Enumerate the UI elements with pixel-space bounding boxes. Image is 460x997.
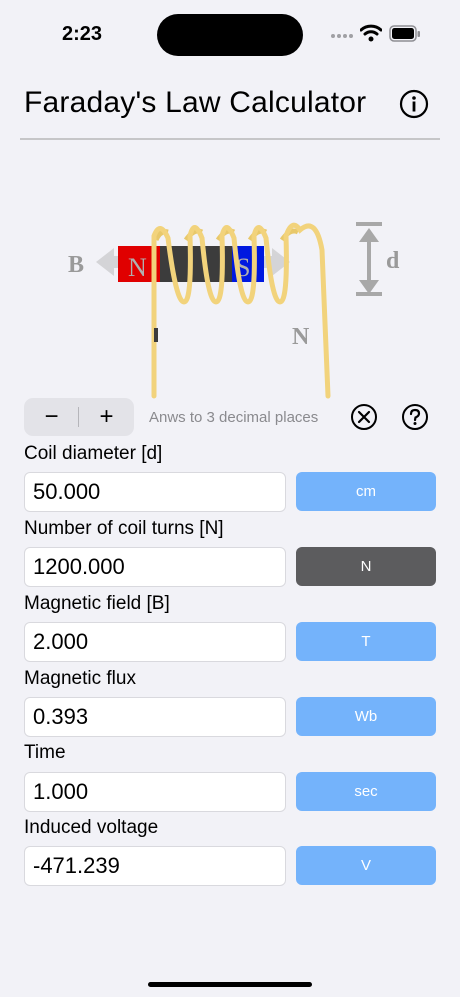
diameter-dimension xyxy=(356,222,382,296)
magnetic-flux-label: Magnetic flux xyxy=(24,668,136,689)
coil-turns-unit-button[interactable]: N xyxy=(296,547,436,586)
home-indicator[interactable] xyxy=(148,982,312,987)
diameter-label: d xyxy=(386,248,400,274)
time-unit-button[interactable]: sec xyxy=(296,772,436,811)
induced-voltage-input[interactable]: -471.239 xyxy=(24,846,286,886)
magnetic-field-input[interactable]: 2.000 xyxy=(24,622,286,662)
coil-turns-label: Number of coil turns [N] xyxy=(24,518,224,539)
magnetic-field-label: Magnetic field [B] xyxy=(24,593,170,614)
turns-label: N xyxy=(292,324,310,350)
nav-divider xyxy=(20,138,440,140)
battery-icon xyxy=(389,25,420,42)
magnet-north-label: N xyxy=(128,253,147,282)
coil-diameter-unit-button[interactable]: cm xyxy=(296,472,436,511)
coil-back xyxy=(153,228,300,242)
help-icon[interactable] xyxy=(401,403,429,431)
decrease-precision-button[interactable]: − xyxy=(24,398,79,436)
coil-magnet-diagram: B N S N d xyxy=(68,222,400,399)
coil-diameter-input[interactable]: 50.000 xyxy=(24,472,286,512)
precision-note: Anws to 3 decimal places xyxy=(149,409,319,426)
clear-icon[interactable] xyxy=(350,403,378,431)
status-bar: 2:23 xyxy=(0,0,460,70)
coil-diameter-label: Coil diameter [d] xyxy=(24,443,163,464)
magnetic-flux-input[interactable]: 0.393 xyxy=(24,697,286,737)
page-title: Faraday's Law Calculator xyxy=(24,86,367,119)
dynamic-island xyxy=(157,14,303,56)
increase-precision-button[interactable]: + xyxy=(79,398,134,436)
magnetic-field-unit-button[interactable]: T xyxy=(296,622,436,661)
status-time: 2:23 xyxy=(62,23,103,45)
induced-voltage-label: Induced voltage xyxy=(24,817,159,838)
time-label: Time xyxy=(24,742,66,763)
wifi-icon xyxy=(360,24,382,42)
time-input[interactable]: 1.000 xyxy=(24,772,286,812)
induced-voltage-unit-button[interactable]: V xyxy=(296,846,436,885)
field-b-label: B xyxy=(68,252,84,278)
precision-stepper[interactable]: − + xyxy=(24,398,134,436)
coil-turns-input[interactable]: 1200.000 xyxy=(24,547,286,587)
info-icon[interactable] xyxy=(399,89,429,119)
magnetic-flux-unit-button[interactable]: Wb xyxy=(296,697,436,736)
cellular-signal-icon xyxy=(331,34,353,38)
